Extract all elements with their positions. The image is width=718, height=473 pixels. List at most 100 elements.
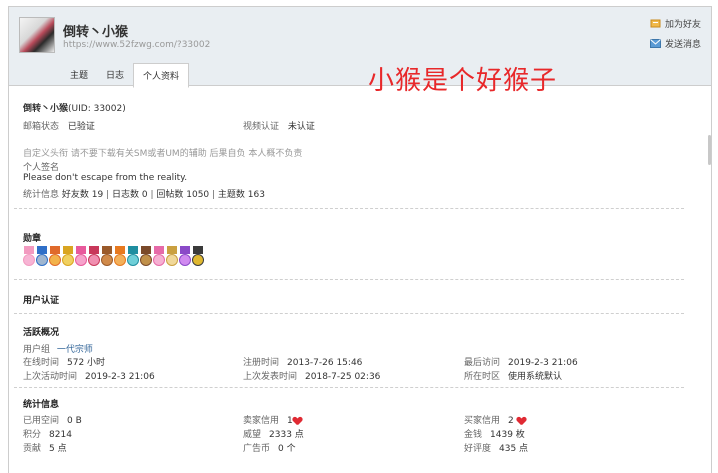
add-friend-button[interactable]: 加为好友 xyxy=(650,17,701,30)
timezone-label: 所在时区 xyxy=(464,372,501,382)
seller-credit: 卖家信用 1 xyxy=(243,413,302,426)
money-value: 1439 枚 xyxy=(490,430,525,440)
goodness-label: 好评度 xyxy=(464,444,492,454)
heart-medal-medal-icon[interactable] xyxy=(88,246,100,266)
user-group-link[interactable]: 一代宗师 xyxy=(57,345,93,355)
tab-topics[interactable]: 主题 xyxy=(61,63,97,85)
tab-profile[interactable]: 个人资料 xyxy=(133,63,190,88)
medal-ribbon xyxy=(63,246,73,254)
profile-window: 倒转丶小猴 https://www.52fzwg.com/?33002 加为好友… xyxy=(8,6,712,473)
avatar[interactable] xyxy=(19,17,55,53)
replies-count-link[interactable]: 回帖数 1050 xyxy=(156,190,209,200)
pink-heart-medal-icon[interactable] xyxy=(75,246,87,266)
annotation-text: 小猴是个好猴子 xyxy=(368,66,558,96)
header-username: 倒转丶小猴 xyxy=(63,25,129,40)
medal-ribbon xyxy=(89,246,99,254)
orange-ribbon-medal-icon[interactable] xyxy=(49,246,61,266)
tab-logs[interactable]: 日志 xyxy=(97,63,133,85)
last-active: 上次活动时间 2019-2-3 21:06 xyxy=(23,369,155,382)
book-medal-medal-icon[interactable] xyxy=(140,246,152,266)
medal-ribbon xyxy=(193,246,203,254)
user-group-label: 用户组 xyxy=(23,345,51,355)
medal-ribbon xyxy=(115,246,125,254)
stats-line: 统计信息 好友数 19 | 日志数 0 | 回帖数 1050 | 主题数 163 xyxy=(23,190,265,200)
profile-url[interactable]: https://www.52fzwg.com/?33002 xyxy=(63,40,210,50)
bow-pendant-medal-icon[interactable] xyxy=(166,246,178,266)
send-message-button[interactable]: 发送消息 xyxy=(649,37,701,50)
header-actions: 加为好友 发送消息 xyxy=(649,17,701,57)
heart-icon xyxy=(517,417,526,425)
last-active-value: 2019-2-3 21:06 xyxy=(85,372,155,382)
prestige-label: 威望 xyxy=(243,430,262,440)
adcoin-label: 广告币 xyxy=(243,444,271,454)
logs-count-link[interactable]: 日志数 0 xyxy=(112,190,148,200)
orange-leaf-medal-icon[interactable] xyxy=(114,246,126,266)
divider xyxy=(14,208,684,209)
online-value: 572 小时 xyxy=(67,358,106,368)
medal-ribbon xyxy=(24,246,34,254)
money-label: 金钱 xyxy=(464,430,483,440)
last-visit-label: 最后访问 xyxy=(464,358,501,368)
space-label: 已用空间 xyxy=(23,416,60,426)
video-value: 未认证 xyxy=(287,122,315,132)
friends-count-link[interactable]: 好友数 19 xyxy=(62,190,103,200)
ad-coin: 广告币 0 个 xyxy=(243,441,296,454)
used-space: 已用空间 0 B xyxy=(23,413,82,426)
video-label: 视频认证 xyxy=(243,122,280,132)
medals-list xyxy=(23,246,205,266)
medal-ribbon xyxy=(37,246,47,254)
divider xyxy=(14,279,684,280)
medal-disc xyxy=(88,254,100,266)
reg-label: 注册时间 xyxy=(243,358,280,368)
gold-cross-medal-icon[interactable] xyxy=(192,246,204,266)
medal-disc xyxy=(36,254,48,266)
send-message-label: 发送消息 xyxy=(664,40,701,50)
video-status: 视频认证 未认证 xyxy=(243,119,315,132)
brown-medal-medal-icon[interactable] xyxy=(101,246,113,266)
scrollbar[interactable] xyxy=(708,135,711,165)
medal-disc xyxy=(62,254,74,266)
profile-header: 倒转丶小猴 https://www.52fzwg.com/?33002 加为好友… xyxy=(9,7,711,88)
prestige: 威望 2333 点 xyxy=(243,427,304,440)
prestige-value: 2333 点 xyxy=(269,430,304,440)
seller-label: 卖家信用 xyxy=(243,416,280,426)
points-value: 8214 xyxy=(49,430,72,440)
teal-medal-medal-icon[interactable] xyxy=(127,246,139,266)
last-active-label: 上次活动时间 xyxy=(23,372,78,382)
buyer-label: 买家信用 xyxy=(464,416,501,426)
topics-count-link[interactable]: 主题数 163 xyxy=(218,190,265,200)
pink-bow-medal-icon[interactable] xyxy=(153,246,165,266)
medal-disc xyxy=(179,254,191,266)
add-friend-icon xyxy=(650,19,661,28)
pink-flower-medal-icon[interactable] xyxy=(23,246,35,266)
last-visit-value: 2019-2-3 21:06 xyxy=(508,358,578,368)
reg-value: 2013-7-26 15:46 xyxy=(287,358,363,368)
points-label: 积分 xyxy=(23,430,42,440)
last-post-label: 上次发表时间 xyxy=(243,372,298,382)
register-time: 注册时间 2013-7-26 15:46 xyxy=(243,355,362,368)
email-label: 邮箱状态 xyxy=(23,122,60,132)
envelope-icon xyxy=(649,39,661,48)
profile-name-line: 倒转丶小猴(UID: 33002) xyxy=(23,101,126,114)
activity-title: 活跃概况 xyxy=(23,328,60,338)
medal-disc xyxy=(75,254,87,266)
medal-ribbon xyxy=(167,246,177,254)
gold-ribbon-medal-icon[interactable] xyxy=(62,246,74,266)
medal-disc xyxy=(140,254,152,266)
contrib-value: 5 点 xyxy=(49,444,67,454)
blue-shield-medal-icon[interactable] xyxy=(36,246,48,266)
signature-text: Please don't escape from the reality. xyxy=(23,173,188,183)
stats-label: 统计信息 xyxy=(23,190,60,200)
email-value: 已验证 xyxy=(67,122,95,132)
medal-ribbon xyxy=(180,246,190,254)
medal-disc xyxy=(166,254,178,266)
medal-ribbon xyxy=(154,246,164,254)
medals-title: 勋章 xyxy=(23,234,42,244)
email-status: 邮箱状态 已验证 xyxy=(23,119,95,132)
purple-gift-medal-icon[interactable] xyxy=(179,246,191,266)
last-post: 上次发表时间 2018-7-25 02:36 xyxy=(243,369,380,382)
adcoin-value: 0 个 xyxy=(278,444,296,454)
profile-name: 倒转丶小猴 xyxy=(23,104,69,114)
medal-disc xyxy=(101,254,113,266)
online-label: 在线时间 xyxy=(23,358,60,368)
